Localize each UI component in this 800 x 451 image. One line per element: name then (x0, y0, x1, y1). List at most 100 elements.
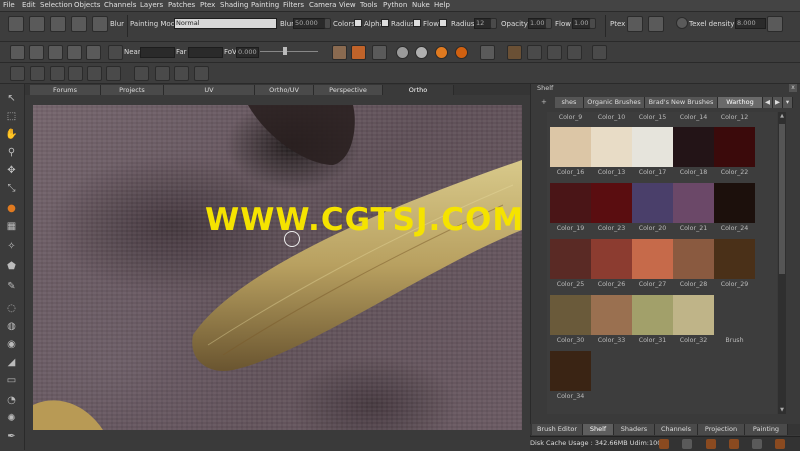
paint-brush-icon[interactable] (8, 16, 24, 32)
hud-icon[interactable] (480, 45, 495, 60)
status-cup-icon[interactable] (729, 439, 739, 449)
color-swatch[interactable] (673, 127, 714, 167)
color-swatch[interactable] (591, 295, 632, 335)
paint-drop-icon[interactable]: ● (5, 202, 18, 215)
menu-selection[interactable]: Selection (40, 1, 72, 9)
color-swatch[interactable] (550, 239, 591, 279)
color-swatch[interactable] (714, 127, 755, 167)
lighting-mode-icon[interactable] (351, 45, 366, 60)
menu-nuke[interactable]: Nuke (412, 1, 430, 9)
chevron-right-icon[interactable]: ▶ (773, 97, 783, 108)
fov-slider[interactable] (260, 51, 318, 52)
material-shading-icon[interactable] (435, 46, 448, 59)
menu-tools[interactable]: Tools (360, 1, 377, 9)
menu-view[interactable]: View (339, 1, 356, 9)
alpha-checkbox[interactable] (381, 19, 389, 27)
ptex-display-icon[interactable] (648, 16, 664, 32)
zoom-icon[interactable] (68, 66, 83, 81)
flat-shading-icon[interactable] (396, 46, 409, 59)
color-swatch[interactable] (550, 183, 591, 223)
color-swatch[interactable] (591, 127, 632, 167)
tab-ortho[interactable]: Ortho (383, 85, 454, 95)
isolate-icon[interactable] (174, 66, 189, 81)
settings-icon[interactable] (592, 45, 607, 60)
color-swatch[interactable] (632, 127, 673, 167)
menu-patches[interactable]: Patches (168, 1, 195, 9)
radius-spin-icon[interactable] (490, 18, 497, 29)
color-swatch[interactable] (673, 183, 714, 223)
flow-checkbox[interactable] (439, 19, 447, 27)
smudge-icon[interactable]: ◢ (5, 356, 18, 369)
eraser-icon[interactable] (29, 16, 45, 32)
color-swatch[interactable] (591, 183, 632, 223)
shelf-tab-organic-brushes[interactable]: Organic Brushes (584, 97, 645, 108)
scroll-thumb[interactable] (779, 124, 785, 274)
color-swatch[interactable] (550, 295, 591, 335)
grid-tool-icon[interactable]: ▦ (5, 220, 18, 233)
far-field[interactable] (188, 47, 223, 58)
snap-icon[interactable] (527, 45, 542, 60)
tab-shelf[interactable]: Shelf (583, 424, 614, 435)
smear-icon[interactable] (71, 16, 87, 32)
paint-tool-icon[interactable]: ◍ (5, 320, 18, 333)
light-icon[interactable] (332, 45, 347, 60)
hand-icon[interactable]: ✋ (5, 128, 18, 141)
distribute-icon[interactable] (567, 45, 582, 60)
color-swatch[interactable] (673, 295, 714, 335)
hide-icon[interactable] (155, 66, 170, 81)
tab-projection[interactable]: Projection (698, 424, 745, 435)
colors-checkbox[interactable] (354, 19, 362, 27)
grid-view-icon[interactable] (48, 45, 63, 60)
clone-tool-icon[interactable]: ◔ (5, 394, 18, 407)
add-shelf-icon[interactable]: + (541, 97, 551, 108)
color-swatch[interactable] (591, 239, 632, 279)
radius-checkbox[interactable] (413, 19, 421, 27)
menu-python[interactable]: Python (383, 1, 407, 9)
dropper-icon[interactable]: ◌ (5, 302, 18, 315)
tab-shaders[interactable]: Shaders (614, 424, 655, 435)
marquee-select-icon[interactable]: ⬚ (5, 110, 18, 123)
full-shading-icon[interactable] (455, 46, 468, 59)
tab-brush-editor[interactable]: Brush Editor (532, 424, 583, 435)
close-icon[interactable]: x (789, 84, 797, 92)
shelf-tab-brushes[interactable]: shes (555, 97, 584, 108)
color-swatch[interactable] (632, 239, 673, 279)
blur-amount-field[interactable]: 50.000 (293, 18, 326, 29)
tab-uv[interactable]: UV (164, 85, 255, 95)
uv-view-icon[interactable] (67, 45, 82, 60)
opacity-spin-icon[interactable] (545, 18, 552, 29)
lasso-icon[interactable] (106, 66, 121, 81)
blur-spin-icon[interactable] (324, 18, 331, 29)
status-grid-icon[interactable] (682, 439, 692, 449)
menu-filters[interactable]: Filters (283, 1, 304, 9)
blur-tool-icon[interactable] (92, 16, 108, 32)
tab-painting[interactable]: Painting (745, 424, 788, 435)
tab-forums[interactable]: Forums (30, 85, 101, 95)
wand-icon[interactable]: ✧ (5, 240, 18, 253)
color-swatch[interactable] (673, 239, 714, 279)
align-icon[interactable] (547, 45, 562, 60)
tab-ortho-uv[interactable]: Ortho/UV (255, 85, 314, 95)
radius-field[interactable]: 12 (474, 18, 491, 29)
chevron-left-icon[interactable]: ◀ (763, 97, 773, 108)
status-view-icon[interactable] (752, 439, 762, 449)
ptex-resolution-icon[interactable] (627, 16, 643, 32)
tab-projects[interactable]: Projects (101, 85, 164, 95)
painting-mode-select[interactable]: Normal (174, 18, 277, 29)
gradient-icon[interactable]: ▭ (5, 374, 18, 387)
viewport[interactable] (33, 105, 522, 430)
texel-density-field[interactable]: 8.000 (735, 18, 766, 29)
menu-file[interactable]: File (3, 1, 15, 9)
color-swatch[interactable] (550, 351, 591, 391)
arrow-down-icon[interactable] (50, 66, 65, 81)
stencil-icon[interactable]: ✺ (5, 412, 18, 425)
status-paint-icon[interactable] (775, 439, 785, 449)
status-light-icon[interactable] (706, 439, 716, 449)
tab-perspective[interactable]: Perspective (314, 85, 383, 95)
layout-icon[interactable] (86, 45, 101, 60)
color-swatch[interactable] (632, 295, 673, 335)
pen-icon[interactable]: ✒ (5, 430, 18, 443)
menu-camera[interactable]: Camera (309, 1, 336, 9)
smooth-shading-icon[interactable] (415, 46, 428, 59)
move-tool-icon[interactable]: ✥ (5, 164, 18, 177)
